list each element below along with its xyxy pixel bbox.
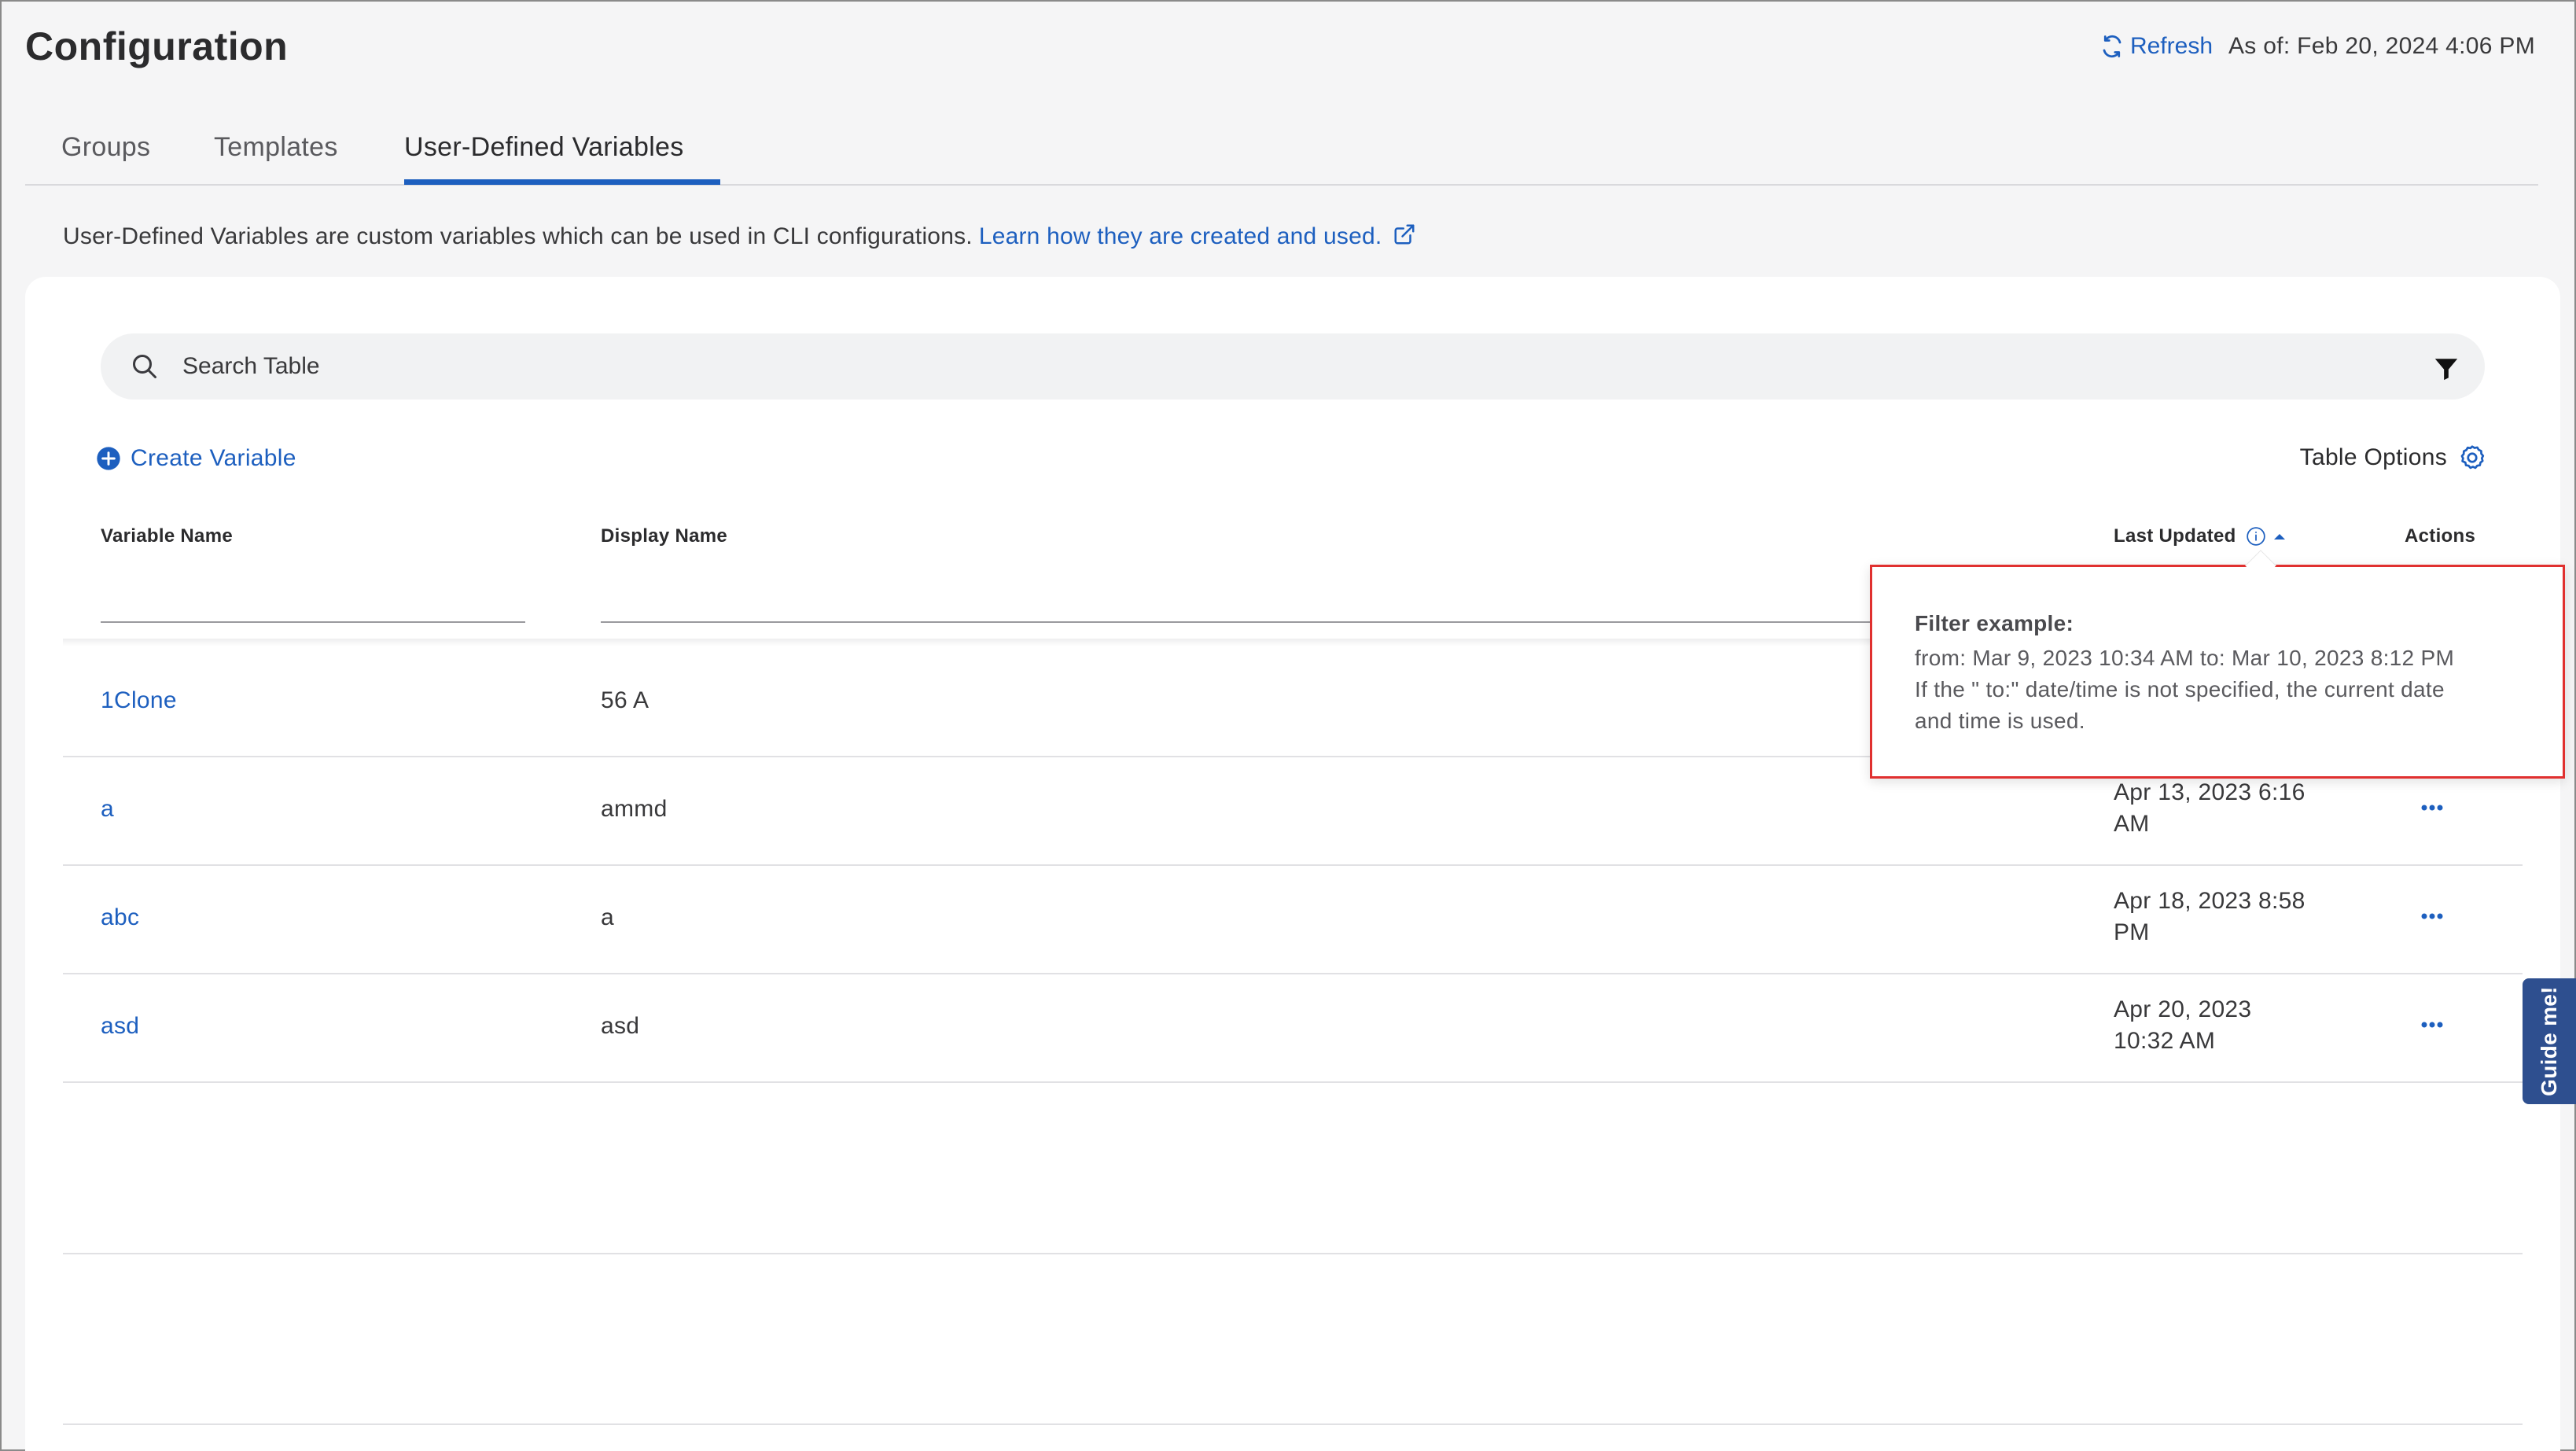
filter-icon[interactable] xyxy=(2433,355,2460,382)
last-updated-cell: Apr 20, 2023 10:32 AM xyxy=(2114,994,2350,1057)
last-updated-cell: Apr 18, 2023 8:58 PM xyxy=(2114,886,2350,948)
page-description: User-Defined Variables are custom variab… xyxy=(63,223,1416,250)
sort-ascending-icon[interactable] xyxy=(2272,532,2287,541)
guide-me-button[interactable]: Guide me! xyxy=(2523,978,2576,1104)
tab-templates[interactable]: Templates xyxy=(214,132,338,163)
row-actions-menu-icon[interactable] xyxy=(2420,804,2444,812)
row-divider xyxy=(63,864,2523,866)
display-name-cell: asd xyxy=(601,1013,640,1039)
gear-icon xyxy=(2460,445,2485,470)
variable-name-filter-underline xyxy=(101,621,525,623)
row-actions-menu-icon[interactable] xyxy=(2420,1021,2444,1029)
guide-me-label: Guide me! xyxy=(2537,986,2561,1096)
variable-name-filter-input[interactable] xyxy=(101,582,525,621)
last-updated-date: Apr 13, 2023 6:16 xyxy=(2114,779,2306,805)
tab-bar: Groups Templates User-Defined Variables xyxy=(25,116,2538,186)
display-name-filter-underline xyxy=(601,621,1875,623)
create-variable-label: Create Variable xyxy=(131,445,296,471)
search-bar xyxy=(101,333,2485,400)
column-header-actions: Actions xyxy=(2405,525,2476,547)
last-updated-date: Apr 20, 2023 xyxy=(2114,996,2252,1022)
column-header-variable-name[interactable]: Variable Name xyxy=(101,525,233,547)
as-of-timestamp: As of: Feb 20, 2024 4:06 PM xyxy=(2228,33,2535,59)
table-options-label: Table Options xyxy=(2299,444,2447,470)
header-actions: Refresh As of: Feb 20, 2024 4:06 PM xyxy=(2100,33,2535,60)
refresh-label: Refresh xyxy=(2129,33,2213,59)
last-updated-cell: Apr 13, 2023 6:16 AM xyxy=(2114,777,2350,840)
learn-more-link[interactable]: Learn how they are created and used. xyxy=(979,223,1382,250)
tooltip-line: and time is used. xyxy=(1915,709,2085,733)
column-header-last-updated[interactable]: Last Updated xyxy=(2114,525,2287,547)
refresh-icon xyxy=(2103,35,2122,58)
last-updated-time: AM xyxy=(2114,811,2150,837)
search-input[interactable] xyxy=(182,344,2384,389)
variable-name-link[interactable]: asd xyxy=(101,1013,139,1040)
last-updated-date: Apr 18, 2023 8:58 xyxy=(2114,888,2306,914)
display-name-cell: a xyxy=(601,904,614,930)
refresh-button[interactable]: Refresh xyxy=(2100,33,2213,60)
display-name-cell: ammd xyxy=(601,796,668,822)
external-link-icon[interactable] xyxy=(1393,223,1416,246)
last-updated-time: 10:32 AM xyxy=(2114,1028,2216,1054)
page-title: Configuration xyxy=(25,24,289,68)
active-tab-indicator xyxy=(404,179,720,185)
row-divider xyxy=(63,973,2523,974)
search-icon xyxy=(133,355,156,378)
create-variable-button[interactable]: Create Variable xyxy=(96,445,296,472)
plus-circle-icon xyxy=(97,447,120,470)
tooltip-line: If the " to:" date/time is not specified… xyxy=(1915,677,2445,702)
row-divider xyxy=(63,1081,2523,1083)
variable-name-link[interactable]: abc xyxy=(101,904,139,931)
row-divider xyxy=(63,1423,2523,1425)
tab-groups[interactable]: Groups xyxy=(61,132,150,163)
last-updated-label: Last Updated xyxy=(2114,525,2236,547)
row-divider xyxy=(63,1253,2523,1254)
filter-example-tooltip: Filter example: from: Mar 9, 2023 10:34 … xyxy=(1870,550,2565,779)
variable-name-link[interactable]: 1Clone xyxy=(101,687,177,714)
info-icon[interactable] xyxy=(2246,526,2266,547)
display-name-filter-input[interactable] xyxy=(601,582,1875,621)
display-name-cell: 56 A xyxy=(601,687,650,713)
tab-user-defined-variables[interactable]: User-Defined Variables xyxy=(404,132,684,163)
variable-name-link[interactable]: a xyxy=(101,796,114,823)
description-text: User-Defined Variables are custom variab… xyxy=(63,223,973,249)
column-header-display-name[interactable]: Display Name xyxy=(601,525,727,547)
table-options-button[interactable]: Table Options xyxy=(2300,444,2486,472)
last-updated-time: PM xyxy=(2114,919,2150,945)
tooltip-line: from: Mar 9, 2023 10:34 AM to: Mar 10, 2… xyxy=(1915,646,2455,670)
tooltip-title: Filter example: xyxy=(1915,611,2074,635)
row-actions-menu-icon[interactable] xyxy=(2420,912,2444,920)
